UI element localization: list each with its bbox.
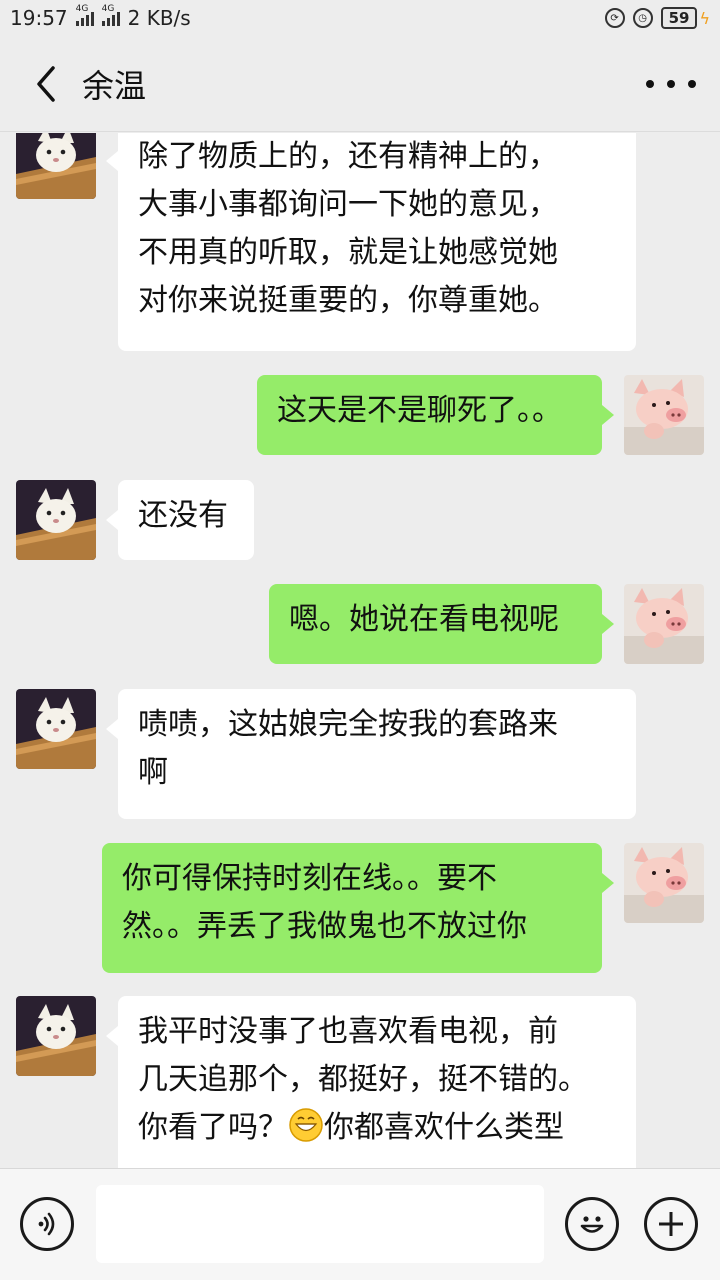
message-bubble[interactable]: 我平时没事了也喜欢看电视，前 几天追那个，都挺好，挺不错的。 你看了吗？ 你都喜欢…: [106, 996, 636, 1168]
message-list[interactable]: 除了物质上的，还有精神上的， 大事小事都询问一下她的意见， 不用真的听取，就是让…: [0, 133, 720, 1168]
message-input[interactable]: [96, 1185, 544, 1263]
message-bubble[interactable]: 除了物质上的，还有精神上的， 大事小事都询问一下她的意见， 不用真的听取，就是让…: [106, 133, 636, 351]
status-bar: 19:57 4G 4G 2 KB/s ⟳ ◷ 59 ϟ: [0, 0, 720, 36]
message-text: 你都喜欢什么类型: [324, 1110, 564, 1145]
signal-icon: 4G: [75, 4, 94, 26]
battery-icon: 59 ϟ: [660, 7, 710, 29]
cat-avatar-image: [16, 480, 96, 560]
chat-title: 余温: [82, 66, 147, 105]
message-bubble[interactable]: 你可得保持时刻在线。。要不 然。。弄丢了我做鬼也不放过你: [102, 843, 614, 973]
status-time: 19:57: [10, 6, 68, 30]
voice-button[interactable]: [20, 1197, 74, 1251]
contact-avatar[interactable]: [16, 689, 96, 769]
message-bubble[interactable]: 啧啧，这姑娘完全按我的套路来 啊: [106, 689, 636, 819]
message-bubble[interactable]: 这天是不是聊死了。。: [257, 375, 614, 455]
my-avatar[interactable]: [624, 584, 704, 664]
my-avatar[interactable]: [624, 843, 704, 923]
pig-avatar-image: [624, 843, 704, 923]
emoji-button[interactable]: [565, 1197, 619, 1251]
chat-header: 余温: [0, 36, 720, 132]
back-button[interactable]: [16, 54, 76, 114]
alarm-icon: ◷: [632, 8, 653, 28]
plus-icon: [659, 1212, 683, 1236]
network-speed: 2 KB/s: [127, 6, 191, 30]
cat-avatar-image: [16, 689, 96, 769]
cat-avatar-image: [16, 996, 96, 1076]
voice-icon: [38, 1212, 55, 1236]
status-left: 19:57 4G 4G 2 KB/s: [10, 4, 191, 30]
contact-avatar[interactable]: [16, 133, 96, 199]
status-right: ⟳ ◷ 59 ϟ: [604, 7, 710, 29]
message-bubble[interactable]: 还没有: [106, 480, 254, 560]
grinning-emoji-icon: [289, 1108, 323, 1142]
more-functions-button[interactable]: [644, 1197, 698, 1251]
charging-icon: ϟ: [699, 8, 710, 28]
pig-avatar-image: [624, 375, 704, 455]
network-type-1: 4G: [75, 4, 89, 14]
emoji-icon: [580, 1216, 604, 1233]
contact-avatar[interactable]: [16, 480, 96, 560]
my-avatar[interactable]: [624, 375, 704, 455]
more-dots-icon: [646, 79, 654, 88]
contact-avatar[interactable]: [16, 996, 96, 1076]
lock-rotation-icon: ⟳: [604, 8, 625, 28]
network-type-2: 4G: [101, 4, 115, 14]
input-bar: [0, 1168, 720, 1280]
signal-icon-2: 4G: [101, 4, 120, 26]
battery-level: 59: [660, 7, 698, 29]
message-bubble[interactable]: 嗯。她说在看电视呢: [269, 584, 614, 664]
cat-avatar-image: [16, 133, 96, 199]
pig-avatar-image: [624, 584, 704, 664]
more-button[interactable]: [646, 64, 696, 104]
chevron-left-icon: [37, 65, 55, 102]
